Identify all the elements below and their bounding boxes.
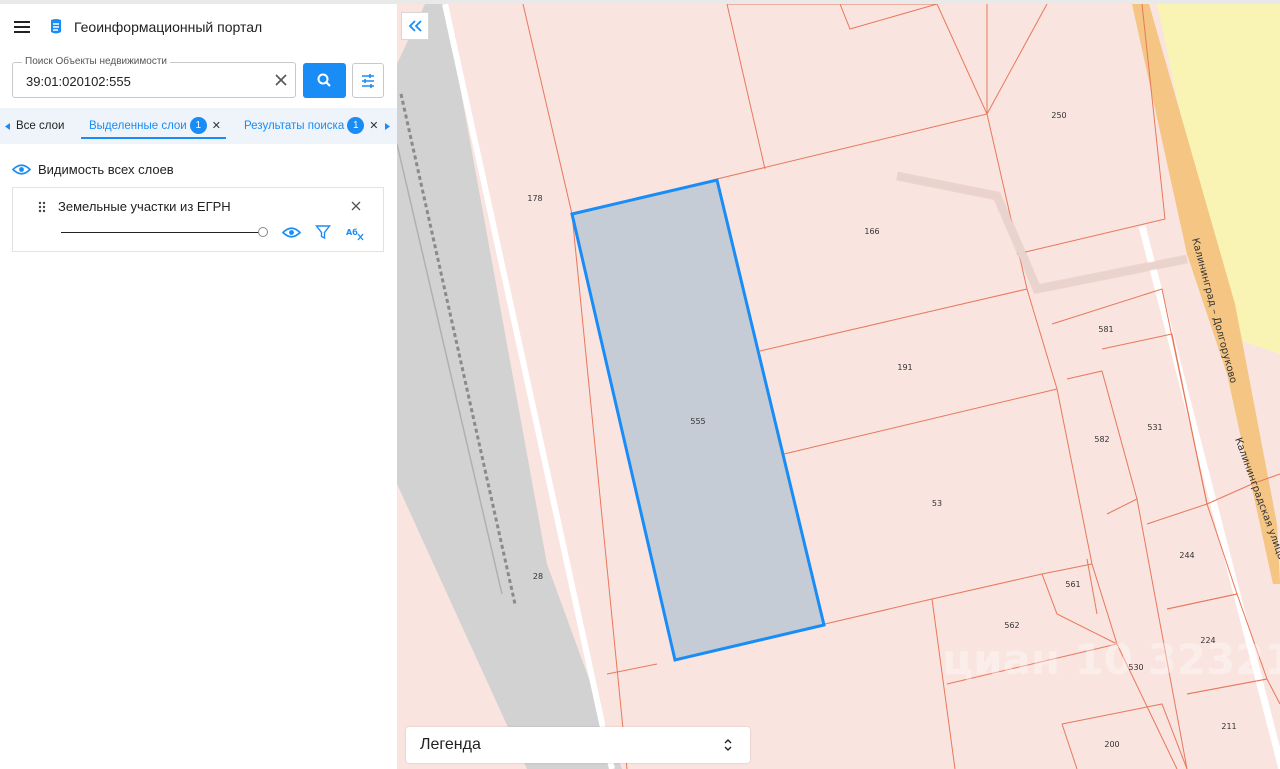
tab-label: Выделенные слои [89,120,187,132]
parcel-label: 531 [1147,423,1162,432]
menu-icon[interactable] [14,21,30,33]
double-chevron-left-icon [408,20,422,32]
parcel-label: 200 [1104,740,1119,749]
map-view[interactable]: циан 10 3232117 178 166 250 191 581 582 531 53 2… [397,4,1280,769]
search-button[interactable] [303,63,346,98]
search-icon [317,73,331,87]
search-input[interactable] [26,74,256,89]
cian-watermark: циан 10 3232117 [942,635,1280,684]
search-settings-button[interactable] [352,63,384,98]
parcel-label: 561 [1065,580,1080,589]
count-badge: 1 [189,117,207,135]
count-badge: 1 [347,117,365,135]
parcel-label: 581 [1098,325,1113,334]
drag-handle-icon[interactable] [38,201,46,213]
active-tab-indicator [81,137,226,139]
tab-label: Результаты поиска [244,120,345,132]
portal-logo-icon [51,19,61,34]
filter-icon[interactable] [315,224,331,240]
tab-label: Все слои [16,120,65,132]
parcel-label: 191 [897,363,912,372]
parcel-label: 53 [932,499,942,508]
header: Геоинформационный портал [0,4,397,50]
parcel-label: 250 [1051,111,1066,120]
parcel-label: 211 [1221,722,1236,731]
legend-dropdown[interactable]: Легенда [406,727,750,763]
map-canvas[interactable]: циан 10 3232117 178 166 250 191 581 582 531 53 2… [397,4,1280,769]
parcel-label: 224 [1200,636,1215,645]
parcel-label: 178 [527,194,542,203]
parcel-label: 530 [1128,663,1143,672]
parcel-label: 166 [864,227,879,236]
svg-text:циан 10 3232117: циан 10 3232117 [942,635,1280,684]
close-tab-icon[interactable]: ✕ [369,108,378,144]
sliders-icon [362,74,374,88]
tab-all-layers[interactable]: Все слои [16,108,64,144]
parcel-label: 582 [1094,435,1109,444]
parcel-label: 244 [1179,551,1194,560]
collapse-panel-button[interactable] [401,12,429,40]
tab-search-results[interactable]: Результаты поиска 1 ✕ [244,108,378,144]
layer-item: Земельные участки из ЕГРН Аб [12,187,384,252]
parcel-label: 562 [1004,621,1019,630]
scroll-left-icon[interactable] [5,123,10,130]
search-field[interactable]: Поиск Объекты недвижимости [12,56,296,98]
eye-icon [12,164,31,175]
legend-label: Легенда [420,736,481,753]
eye-icon[interactable] [282,226,301,239]
opacity-slider-handle[interactable] [258,227,268,237]
clear-icon[interactable] [273,72,289,88]
label-toggle-icon[interactable]: Аб [346,226,366,242]
search-label: Поиск Объекты недвижимости [22,56,170,67]
remove-layer-icon[interactable] [351,201,361,211]
opacity-slider[interactable] [61,232,259,233]
selected-parcel-label: 555 [690,417,705,426]
sidebar: Геоинформационный портал Поиск Объекты н… [0,4,397,769]
page-title: Геоинформационный портал [74,19,263,35]
visibility-label: Видимость всех слоев [38,162,174,177]
layer-name: Земельные участки из ЕГРН [58,199,231,214]
chevron-updown-icon [724,739,732,751]
scroll-right-icon[interactable] [385,123,390,130]
parcel-label: 28 [533,572,543,581]
svg-text:Аб: Аб [346,227,358,237]
